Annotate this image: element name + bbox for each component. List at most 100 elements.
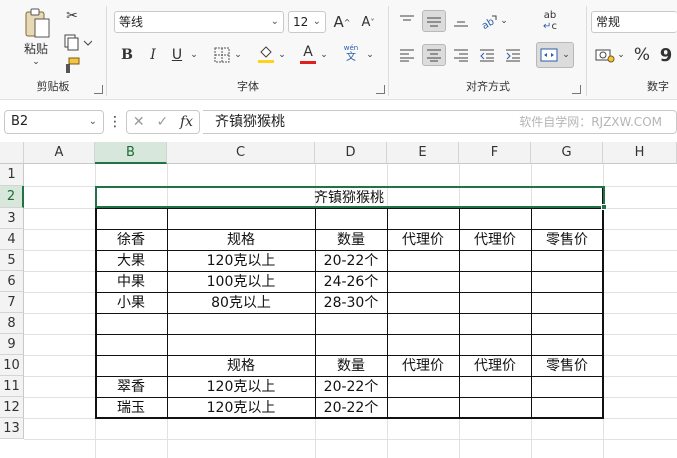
row-header-3[interactable]: 3	[0, 208, 24, 229]
row-header-1[interactable]: 1	[0, 164, 24, 186]
cell-c7[interactable]: 80克以上	[167, 292, 315, 313]
cell-g4[interactable]: 零售价	[531, 229, 603, 250]
format-painter-icon[interactable]	[62, 56, 82, 76]
row-header-10[interactable]: 10	[0, 355, 24, 376]
cell-e4[interactable]: 代理价	[387, 229, 459, 250]
cut-icon[interactable]: ✂	[62, 6, 82, 26]
font-name-dropdown[interactable]: 等线 ⌄	[114, 11, 284, 33]
cell-b4[interactable]: 徐香	[95, 229, 167, 250]
select-all-corner[interactable]	[0, 142, 24, 164]
column-header-a[interactable]: A	[24, 142, 95, 164]
cell-c11[interactable]: 120克以上	[167, 376, 315, 397]
align-right-icon[interactable]	[450, 44, 472, 66]
fill-handle[interactable]	[601, 204, 607, 210]
cell-f4[interactable]: 代理价	[459, 229, 531, 250]
number-format-dropdown[interactable]: 常规	[591, 11, 677, 33]
insert-function-button[interactable]: fx	[180, 114, 193, 130]
cell-c10[interactable]: 规格	[167, 355, 315, 376]
align-middle-icon[interactable]	[422, 10, 446, 32]
paste-icon[interactable]	[20, 6, 54, 40]
fill-color-icon[interactable]	[256, 42, 276, 66]
cell-c5[interactable]: 120克以上	[167, 250, 315, 271]
cell-d4[interactable]: 数量	[315, 229, 387, 250]
more-options-icon[interactable]: ⋮	[108, 112, 122, 132]
cell-b6[interactable]: 中果	[95, 271, 167, 292]
column-header-g[interactable]: G	[531, 142, 603, 164]
align-left-icon[interactable]	[396, 44, 418, 66]
row-header-9[interactable]: 9	[0, 334, 24, 355]
worksheet-grid[interactable]: ABCDEFGH 1 2 3 4 5 6 7 8 9 10 11 12 13 齐镇猕猴桃 徐香 规格 数量 代理…	[0, 142, 677, 458]
font-size-dropdown[interactable]: 12 ⌄	[288, 11, 326, 33]
formula-bar: B2 ⌄ ⋮ ✕ ✓ fx 齐镇猕猴桃 软件自学网：RJZXW.COM	[0, 108, 677, 138]
italic-button[interactable]: I	[144, 44, 162, 66]
borders-icon[interactable]	[212, 44, 232, 66]
row-header-7[interactable]: 7	[0, 292, 24, 313]
chevron-down-icon[interactable]: ⌄	[616, 44, 626, 66]
decrease-indent-icon[interactable]	[476, 44, 498, 66]
cell-c6[interactable]: 100克以上	[167, 271, 315, 292]
cell-b11[interactable]: 翠香	[95, 376, 167, 397]
cell-g10[interactable]: 零售价	[531, 355, 603, 376]
percent-style-button[interactable]: %	[632, 44, 652, 66]
font-color-icon[interactable]: A	[298, 42, 318, 66]
formula-input[interactable]: 齐镇猕猴桃 软件自学网：RJZXW.COM	[203, 110, 677, 134]
paste-button-label[interactable]: 粘贴	[18, 40, 54, 56]
font-launcher-icon[interactable]	[376, 85, 385, 94]
phonetic-guide-icon[interactable]: wén 文	[340, 42, 362, 66]
cell-d11[interactable]: 20-22个	[315, 376, 387, 397]
chevron-down-icon[interactable]: ⌄	[498, 10, 510, 32]
row-header-13[interactable]: 13	[0, 418, 24, 439]
merge-center-button[interactable]: ⌄	[536, 42, 574, 68]
enter-icon[interactable]: ✓	[156, 114, 168, 130]
cell-c12[interactable]: 120克以上	[167, 397, 315, 418]
clipboard-launcher-icon[interactable]	[94, 85, 103, 94]
cell-d5[interactable]: 20-22个	[315, 250, 387, 271]
name-box[interactable]: B2 ⌄	[4, 110, 104, 134]
cell-d12[interactable]: 20-22个	[315, 397, 387, 418]
row-header-11[interactable]: 11	[0, 376, 24, 397]
wrap-text-icon[interactable]: ab ↵c	[538, 8, 562, 34]
cell-b7[interactable]: 小果	[95, 292, 167, 313]
row-header-6[interactable]: 6	[0, 271, 24, 292]
row-header-4[interactable]: 4	[0, 229, 24, 250]
orientation-icon[interactable]: ab	[478, 10, 500, 32]
underline-button[interactable]: U	[168, 44, 186, 66]
comma-style-button[interactable]: 9	[656, 44, 676, 66]
increase-indent-icon[interactable]	[502, 44, 524, 66]
align-center-icon[interactable]	[422, 44, 446, 66]
cell-b5[interactable]: 大果	[95, 250, 167, 271]
row-header-12[interactable]: 12	[0, 397, 24, 418]
row-header-5[interactable]: 5	[0, 250, 24, 271]
row-header-8[interactable]: 8	[0, 313, 24, 334]
chevron-down-icon[interactable]: ⌄	[232, 44, 244, 66]
column-header-h[interactable]: H	[603, 142, 677, 164]
cell-d7[interactable]: 28-30个	[315, 292, 387, 313]
cell-d6[interactable]: 24-26个	[315, 271, 387, 292]
cell-e10[interactable]: 代理价	[387, 355, 459, 376]
column-header-b[interactable]: B	[95, 142, 167, 164]
decrease-font-size-icon[interactable]: A ˅	[358, 11, 378, 33]
chevron-down-icon[interactable]: ⌄	[364, 44, 376, 66]
chevron-down-icon[interactable]: ⌄	[318, 44, 330, 66]
chevron-down-icon[interactable]: ⌄	[28, 56, 44, 68]
cancel-icon[interactable]: ✕	[133, 114, 145, 130]
bold-button[interactable]: B	[118, 44, 136, 66]
align-bottom-icon[interactable]	[450, 10, 472, 32]
column-header-e[interactable]: E	[387, 142, 459, 164]
cell-c4[interactable]: 规格	[167, 229, 315, 250]
copy-icon[interactable]	[60, 32, 94, 52]
cell-d10[interactable]: 数量	[315, 355, 387, 376]
align-top-icon[interactable]	[396, 10, 418, 32]
chevron-down-icon[interactable]: ⌄	[276, 44, 288, 66]
accounting-format-icon[interactable]	[594, 44, 616, 66]
cell-b12[interactable]: 瑞玉	[95, 397, 167, 418]
increase-font-size-icon[interactable]: A ^	[332, 11, 352, 33]
chevron-down-icon[interactable]: ⌄	[188, 44, 200, 66]
column-header-c[interactable]: C	[167, 142, 315, 164]
column-header-d[interactable]: D	[315, 142, 387, 164]
cell-f10[interactable]: 代理价	[459, 355, 531, 376]
column-header-f[interactable]: F	[459, 142, 531, 164]
row-header-2[interactable]: 2	[0, 186, 24, 208]
alignment-launcher-icon[interactable]	[572, 85, 581, 94]
table-border	[95, 250, 603, 251]
